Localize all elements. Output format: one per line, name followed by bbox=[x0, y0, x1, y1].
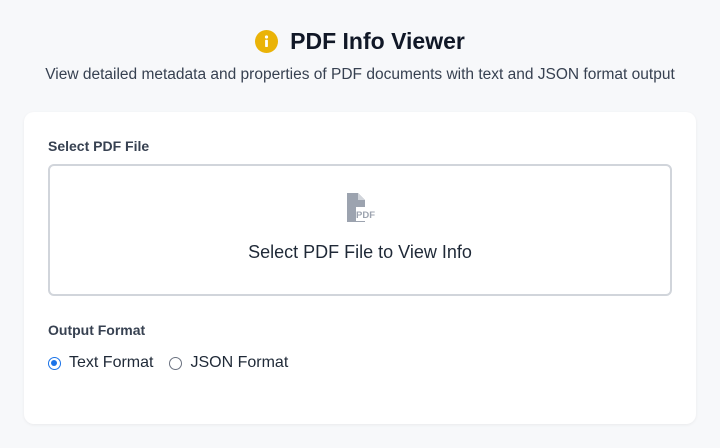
page-title: PDF Info Viewer bbox=[290, 27, 465, 54]
dropzone-text: Select PDF File to View Info bbox=[248, 242, 472, 262]
text-format-radio[interactable] bbox=[48, 356, 61, 370]
json-format-radio[interactable] bbox=[169, 356, 183, 370]
text-format-label: Text Format bbox=[69, 354, 154, 371]
pdf-icon-text: PDF bbox=[356, 210, 375, 221]
json-format-option[interactable]: JSON Format bbox=[169, 354, 288, 372]
page-header: PDF Info Viewer bbox=[0, 26, 720, 56]
text-format-option[interactable]: Text Format bbox=[48, 354, 153, 372]
info-icon bbox=[255, 29, 279, 53]
main-card: Select PDF File PDF Select PDF File to V… bbox=[24, 112, 696, 424]
pdf-file-dropzone[interactable]: PDF Select PDF File to View Info bbox=[48, 164, 672, 296]
select-file-label: Select PDF File bbox=[48, 138, 150, 154]
page-subtitle: View detailed metadata and properties of… bbox=[45, 66, 675, 83]
json-format-label: JSON Format bbox=[190, 354, 289, 371]
output-format-radio-group: Text Format JSON Format bbox=[48, 354, 288, 372]
output-format-label: Output Format bbox=[48, 322, 146, 338]
pdf-file-icon: PDF bbox=[344, 192, 376, 224]
